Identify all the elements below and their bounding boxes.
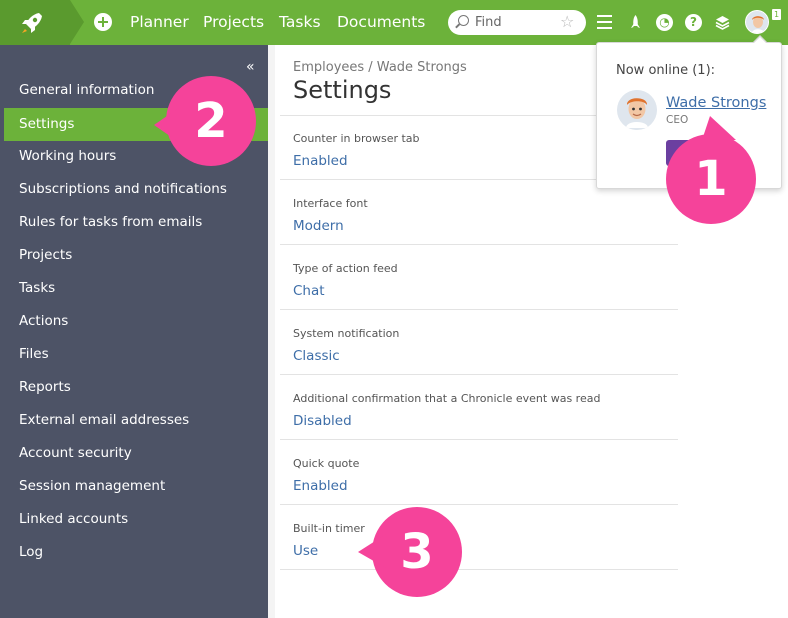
divider — [280, 244, 678, 245]
field-label-chronicle-confirmation: Additional confirmation that a Chronicle… — [293, 392, 601, 405]
sidebar-item-reports[interactable]: Reports — [4, 371, 268, 404]
divider — [280, 504, 678, 505]
hamburger-menu-icon[interactable] — [597, 15, 614, 32]
online-count-badge: 1 — [772, 9, 781, 20]
field-label-type-of-action-feed: Type of action feed — [293, 262, 398, 275]
sidebar-item-subscriptions[interactable]: Subscriptions and notifications — [4, 173, 268, 206]
online-user-avatar-image — [617, 90, 657, 130]
field-value-built-in-timer[interactable]: Use — [293, 543, 318, 559]
sidebar-item-account-security[interactable]: Account security — [4, 437, 268, 470]
field-label-quick-quote: Quick quote — [293, 457, 360, 470]
field-value-quick-quote[interactable]: Enabled — [293, 478, 348, 494]
field-label-system-notification: System notification — [293, 327, 400, 340]
field-value-type-of-action-feed[interactable]: Chat — [293, 283, 325, 299]
online-users-title: Now online (1): — [616, 63, 716, 78]
sidebar-item-tasks[interactable]: Tasks — [4, 272, 268, 305]
sidebar-item-linked-accounts[interactable]: Linked accounts — [4, 503, 268, 536]
search-box[interactable]: ☆ — [448, 10, 586, 35]
sidebar-item-rules-for-tasks[interactable]: Rules for tasks from emails — [4, 206, 268, 239]
page-title: Settings — [293, 76, 392, 104]
nav-tasks[interactable]: Tasks — [279, 13, 321, 31]
online-user-role: CEO — [666, 114, 689, 126]
user-avatar[interactable] — [745, 10, 769, 34]
callout-1-pointer — [702, 116, 736, 140]
help-icon[interactable]: ? — [685, 14, 702, 31]
rocket-icon[interactable] — [627, 14, 644, 31]
field-value-counter-in-browser-tab[interactable]: Enabled — [293, 153, 348, 169]
nav-projects[interactable]: Projects — [203, 13, 264, 31]
add-new-icon[interactable] — [94, 13, 112, 31]
sidebar-item-files[interactable]: Files — [4, 338, 268, 371]
callout-number-2: 2 — [194, 93, 228, 149]
field-label-counter-in-browser-tab: Counter in browser tab — [293, 132, 420, 145]
search-icon — [458, 15, 469, 26]
logo-arrow-decoration — [70, 0, 84, 44]
sidebar-item-actions[interactable]: Actions — [4, 305, 268, 338]
field-value-system-notification[interactable]: Classic — [293, 348, 340, 364]
callout-3-pointer — [358, 534, 386, 568]
callout-marker-1: 1 — [666, 134, 756, 224]
top-navigation-bar: Planner Projects Tasks Documents ☆ ◔ ? 1 — [0, 0, 788, 45]
field-value-chronicle-confirmation[interactable]: Disabled — [293, 413, 352, 429]
search-input[interactable] — [475, 13, 555, 32]
rocket-logo-icon — [22, 13, 42, 33]
online-user-avatar[interactable] — [617, 90, 657, 130]
sidebar-item-log[interactable]: Log — [4, 536, 268, 569]
field-label-built-in-timer: Built-in timer — [293, 522, 365, 535]
field-label-interface-font: Interface font — [293, 197, 368, 210]
sidebar-item-external-email[interactable]: External email addresses — [4, 404, 268, 437]
breadcrumb[interactable]: Employees / Wade Strongs — [293, 60, 467, 75]
online-user-name-link[interactable]: Wade Strongs — [666, 95, 766, 111]
sidebar-item-projects[interactable]: Projects — [4, 239, 268, 272]
sidebar-item-session-management[interactable]: Session management — [4, 470, 268, 503]
nav-planner[interactable]: Planner — [130, 13, 189, 31]
divider — [280, 309, 678, 310]
divider — [280, 374, 678, 375]
main-left-edge — [268, 45, 275, 618]
timer-icon[interactable]: ◔ — [656, 14, 673, 31]
layers-icon[interactable] — [714, 14, 731, 31]
divider — [280, 439, 678, 440]
field-value-interface-font[interactable]: Modern — [293, 218, 344, 234]
nav-documents[interactable]: Documents — [337, 13, 425, 31]
callout-number-3: 3 — [400, 524, 434, 580]
user-avatar-image — [746, 11, 768, 33]
favorite-star-icon[interactable]: ☆ — [560, 12, 574, 31]
collapse-sidebar-icon[interactable]: « — [246, 59, 255, 75]
callout-number-1: 1 — [694, 151, 728, 207]
divider — [280, 569, 678, 570]
callout-2-pointer — [154, 107, 180, 143]
app-logo[interactable] — [0, 0, 70, 45]
